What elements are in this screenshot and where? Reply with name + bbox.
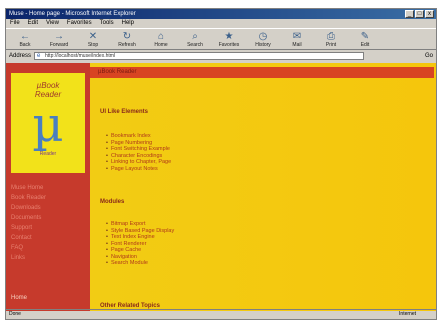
favorites-button[interactable]: ★ Favorites	[214, 29, 244, 49]
refresh-icon: ↻	[122, 30, 132, 42]
window-title: Muse - Home page - Microsoft Internet Ex…	[9, 11, 136, 17]
search-icon: ⌕	[192, 30, 198, 42]
logo-line1: µBook	[36, 81, 60, 90]
maximize-button[interactable]: □	[415, 10, 424, 18]
browser-window: Muse - Home page - Microsoft Internet Ex…	[5, 8, 437, 320]
menu-bar: File Edit View Favorites Tools Help	[6, 19, 436, 28]
go-button[interactable]: Go	[425, 53, 433, 59]
section-heading-modules: Modules	[100, 199, 125, 205]
list-item[interactable]: Page Layout Notes	[106, 166, 171, 173]
sidebar-link-faq[interactable]: FAQ	[11, 243, 85, 253]
menu-help[interactable]: Help	[122, 19, 134, 28]
stop-label: Stop	[87, 41, 99, 48]
search-label: Search	[187, 41, 203, 48]
forward-button[interactable]: → Forward	[44, 29, 74, 49]
logo-line3: Reader	[39, 151, 57, 157]
title-bar: Muse - Home page - Microsoft Internet Ex…	[6, 9, 436, 19]
forward-icon: →	[54, 30, 64, 42]
menu-favorites[interactable]: Favorites	[67, 19, 92, 28]
sidebar-link-support[interactable]: Support	[11, 223, 85, 233]
home-button[interactable]: ⌂ Home	[146, 29, 176, 49]
menu-tools[interactable]: Tools	[100, 19, 114, 28]
sidebar-link-downloads[interactable]: Downloads	[11, 203, 85, 213]
history-icon: ◷	[258, 30, 268, 42]
minimize-button[interactable]: _	[405, 10, 414, 18]
print-button[interactable]: ⎙ Print	[316, 29, 346, 49]
sidebar-link-home[interactable]: Muse Home	[11, 183, 85, 193]
status-bar: Done Internet	[6, 309, 436, 319]
favorites-icon: ★	[224, 30, 234, 42]
search-button[interactable]: ⌕ Search	[180, 29, 210, 49]
sidebar: µBook Reader µ Reader Muse Home Book Rea…	[6, 63, 90, 311]
print-icon: ⎙	[327, 30, 335, 42]
main-panel: µBook Reader UI Like Elements Bookmark I…	[90, 63, 436, 311]
section-heading-ui: UI Like Elements	[100, 109, 149, 115]
edit-icon: ✎	[360, 30, 370, 42]
mail-label: Mail	[292, 41, 302, 48]
print-label: Print	[325, 41, 337, 48]
back-label: Back	[19, 41, 31, 48]
sidebar-links: Muse Home Book Reader Downloads Document…	[11, 183, 85, 263]
edit-label: Edit	[360, 41, 370, 48]
list-item[interactable]: Font Switching Example	[106, 146, 171, 153]
menu-edit[interactable]: Edit	[28, 19, 38, 28]
menu-file[interactable]: File	[10, 19, 20, 28]
page-icon: e	[37, 53, 41, 59]
status-zone: Internet	[399, 311, 416, 317]
page-header-band: µBook Reader	[90, 67, 434, 78]
mu-symbol: µ	[32, 97, 64, 153]
stop-icon: ✕	[88, 30, 98, 42]
mail-icon: ✉	[292, 30, 302, 42]
toolbar: ← Back → Forward ✕ Stop ↻ Refresh ⌂ Home ⌕ Sea…	[6, 28, 436, 50]
edit-button[interactable]: ✎ Edit	[350, 29, 380, 49]
back-button[interactable]: ← Back	[10, 29, 40, 49]
forward-label: Forward	[49, 41, 69, 48]
close-button[interactable]: x	[425, 10, 434, 18]
history-label: History	[255, 41, 271, 48]
logo: µBook Reader µ Reader	[11, 73, 85, 173]
stop-button[interactable]: ✕ Stop	[78, 29, 108, 49]
sidebar-bottom-link[interactable]: Home	[11, 295, 27, 301]
sidebar-link-reader[interactable]: Book Reader	[11, 193, 85, 203]
list-item[interactable]: Linking to Chapter, Page	[106, 159, 171, 166]
address-bar: Address e http://localhost/muse/index.ht…	[6, 51, 436, 61]
list-item[interactable]: Search Module	[106, 260, 174, 267]
history-button[interactable]: ◷ History	[248, 29, 278, 49]
favorites-label: Favorites	[218, 41, 240, 48]
sidebar-link-documents[interactable]: Documents	[11, 213, 85, 223]
home-icon: ⌂	[157, 30, 165, 42]
back-icon: ←	[20, 30, 30, 42]
status-text: Done	[9, 311, 21, 317]
window-controls: _ □ x	[405, 10, 434, 18]
refresh-button[interactable]: ↻ Refresh	[112, 29, 142, 49]
home-label: Home	[154, 41, 168, 48]
sidebar-link-contact[interactable]: Contact	[11, 233, 85, 243]
address-label: Address	[9, 53, 32, 59]
mail-button[interactable]: ✉ Mail	[282, 29, 312, 49]
modules-list: Bitmap Export Style Based Page Display T…	[106, 221, 174, 267]
address-url: http://localhost/muse/index.html	[45, 53, 116, 59]
refresh-label: Refresh	[118, 41, 136, 48]
page-content: µBook Reader µ Reader Muse Home Book Rea…	[6, 63, 436, 311]
address-input[interactable]: e http://localhost/muse/index.html	[34, 52, 365, 60]
ui-elements-list: Bookmark Index Page Numbering Font Switc…	[106, 133, 171, 172]
menu-view[interactable]: View	[46, 19, 59, 28]
sidebar-link-links[interactable]: Links	[11, 253, 85, 263]
